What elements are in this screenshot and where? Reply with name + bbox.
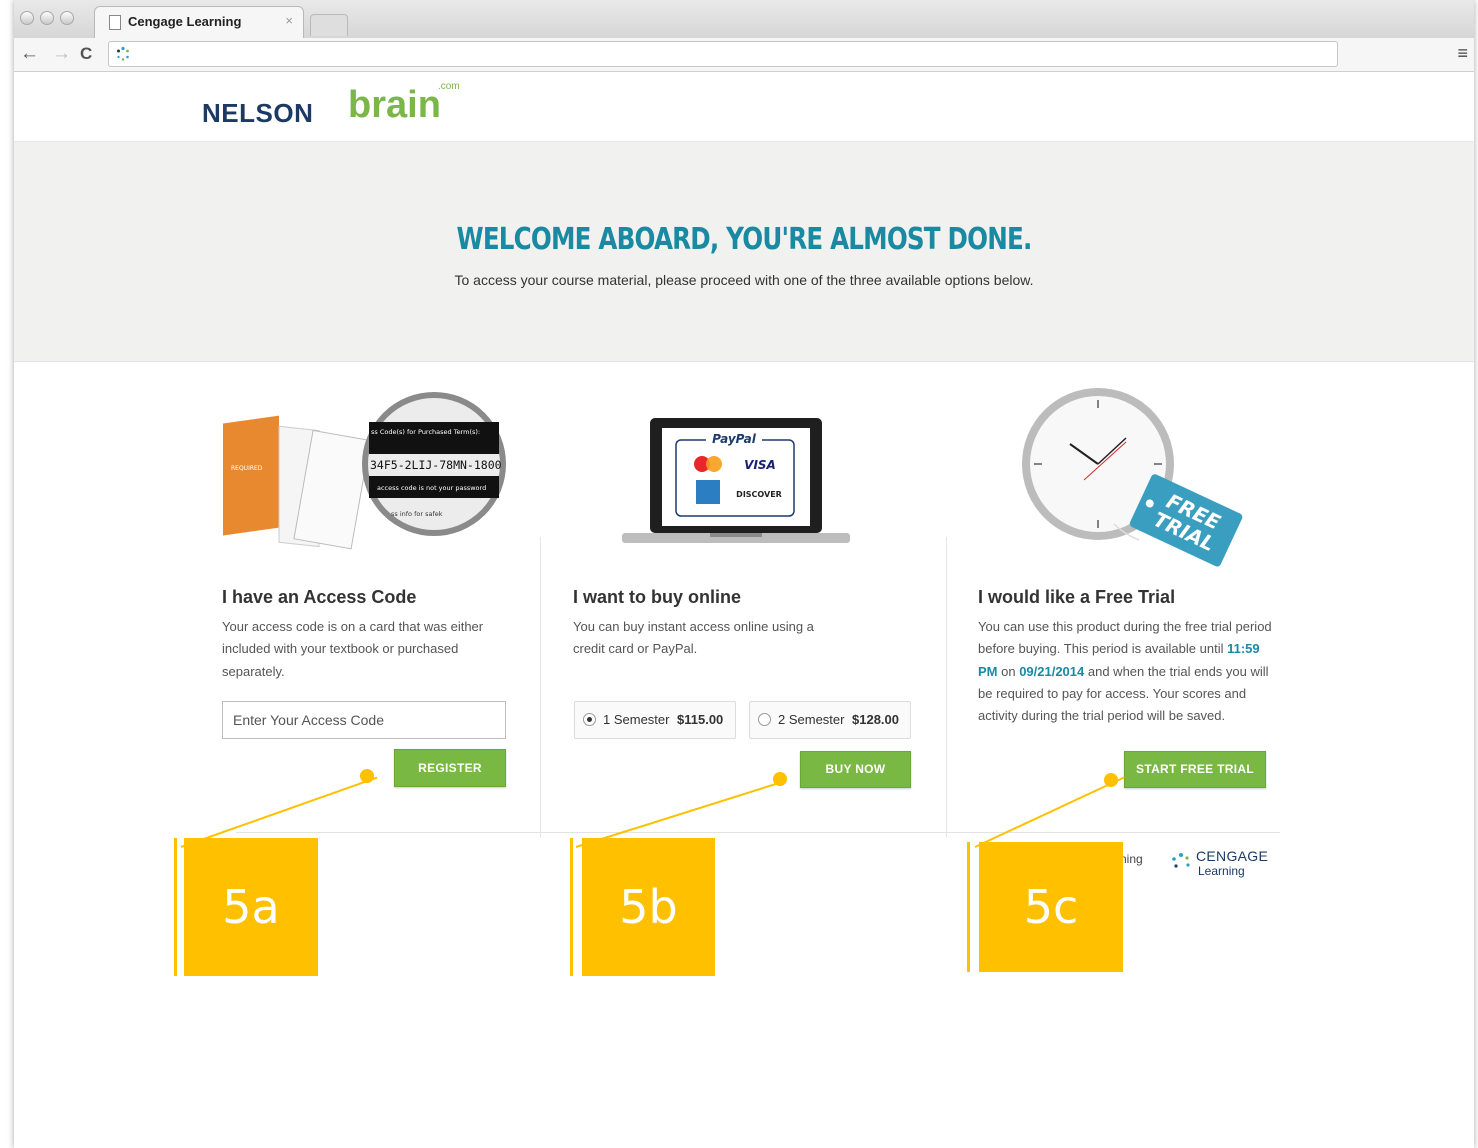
discover-logo: DISCOVER <box>736 490 782 499</box>
cengage-logo-icon <box>1172 853 1190 868</box>
option-price: $115.00 <box>677 712 724 727</box>
access-code-card-illustration: REQUIRED ss Code(s) for Purchased Term(s… <box>223 392 506 550</box>
tab-bar: Cengage Learning × <box>14 0 1474 38</box>
annotation-label: 5c <box>979 842 1123 972</box>
tab-close-icon[interactable]: × <box>285 13 293 28</box>
annotation-bar <box>967 842 970 972</box>
free-trial-description: You can use this product during the free… <box>978 616 1278 727</box>
column-divider <box>540 537 541 837</box>
buy-now-button[interactable]: BUY NOW <box>800 751 911 788</box>
annotation-bar <box>570 838 573 976</box>
page-subtitle: To access your course material, please p… <box>454 272 1034 288</box>
logo-com-text: .com <box>438 81 460 92</box>
annotation-marker-dot <box>360 769 374 783</box>
footer-divider <box>236 832 1280 833</box>
page-title: WELCOME ABOARD, YOU'RE ALMOST DONE. <box>456 222 1033 257</box>
forward-icon[interactable]: → <box>52 44 71 64</box>
magnifier-note: access code is not your password <box>377 484 486 492</box>
column-divider <box>946 537 947 837</box>
page-icon <box>109 15 121 30</box>
reload-icon[interactable]: C <box>80 44 92 64</box>
clock-trial-illustration: FREE TRIAL <box>1022 388 1243 567</box>
radio-selected-icon[interactable] <box>583 713 596 726</box>
laptop-payment-illustration: PayPal VISA DISCOVER <box>622 418 850 543</box>
paypal-logo: PayPal <box>712 432 757 446</box>
free-trial-title: I would like a Free Trial <box>978 587 1176 607</box>
minimize-window-icon[interactable] <box>40 11 54 25</box>
trial-end-date: 09/21/2014 <box>1019 663 1085 679</box>
welcome-banner: WELCOME ABOARD, YOU'RE ALMOST DONE. To a… <box>14 142 1474 362</box>
annotation-marker-dot <box>1104 773 1118 787</box>
site-header: NELSON brain .com <box>14 72 1474 142</box>
zoom-window-icon[interactable] <box>60 11 74 25</box>
back-icon[interactable]: ← <box>20 44 39 64</box>
menu-icon[interactable]: ≡ <box>1457 43 1468 64</box>
one-semester-option[interactable]: 1 Semester $115.00 <box>574 701 736 739</box>
magnifier-heading: ss Code(s) for Purchased Term(s): <box>371 428 480 436</box>
access-code-description: Your access code is on a card that was e… <box>222 619 484 679</box>
radio-unselected-icon[interactable] <box>758 713 771 726</box>
buy-online-description: You can buy instant access online using … <box>573 619 814 657</box>
access-code-title: I have an Access Code <box>222 587 417 607</box>
access-code-input[interactable] <box>222 701 506 739</box>
browser-toolbar: ← → C ≡ <box>14 38 1474 72</box>
magnified-code: 34F5-2LIJ-78MN-1800 <box>370 458 502 472</box>
option-label: 1 Semester <box>603 712 670 727</box>
loading-spinner-icon <box>117 46 129 61</box>
tab-title: Cengage Learning <box>128 14 242 29</box>
logo-brain-text: brain <box>348 84 441 126</box>
magnifier-bottom: ss info for safek <box>391 510 443 518</box>
annotation-bar <box>174 838 177 976</box>
annotation-marker-dot <box>773 772 787 786</box>
visa-logo: VISA <box>744 458 776 472</box>
annotation-label: 5b <box>582 838 715 976</box>
option-price: $128.00 <box>852 712 899 727</box>
web-page: NELSON brain .com WELCOME ABOARD, YOU'RE… <box>14 72 1474 1148</box>
annotation-label: 5a <box>184 838 318 976</box>
option-label: 2 Semester <box>778 712 845 727</box>
cengage-learning-logo[interactable]: CENGAGE Learning <box>1170 848 1270 882</box>
nelsonbrain-logo[interactable]: NELSON brain .com <box>200 80 470 136</box>
buy-online-title: I want to buy online <box>573 587 741 607</box>
browser-tab[interactable]: Cengage Learning × <box>94 6 304 38</box>
screenshot: Cengage Learning × ← → C ≡ NELSON brain … <box>0 0 1478 1148</box>
two-semester-option[interactable]: 2 Semester $128.00 <box>749 701 911 739</box>
register-button[interactable]: REGISTER <box>394 749 506 787</box>
cengage-logo-text: CENGAGE <box>1196 848 1269 864</box>
trial-text: on <box>997 663 1020 679</box>
learning-logo-text: Learning <box>1198 864 1245 878</box>
start-free-trial-button[interactable]: START FREE TRIAL <box>1124 751 1266 788</box>
new-tab-button[interactable] <box>310 14 348 36</box>
address-bar[interactable] <box>108 41 1338 67</box>
card-tag-text: REQUIRED <box>231 465 263 472</box>
logo-nelson-text: NELSON <box>202 98 314 128</box>
close-window-icon[interactable] <box>20 11 34 25</box>
